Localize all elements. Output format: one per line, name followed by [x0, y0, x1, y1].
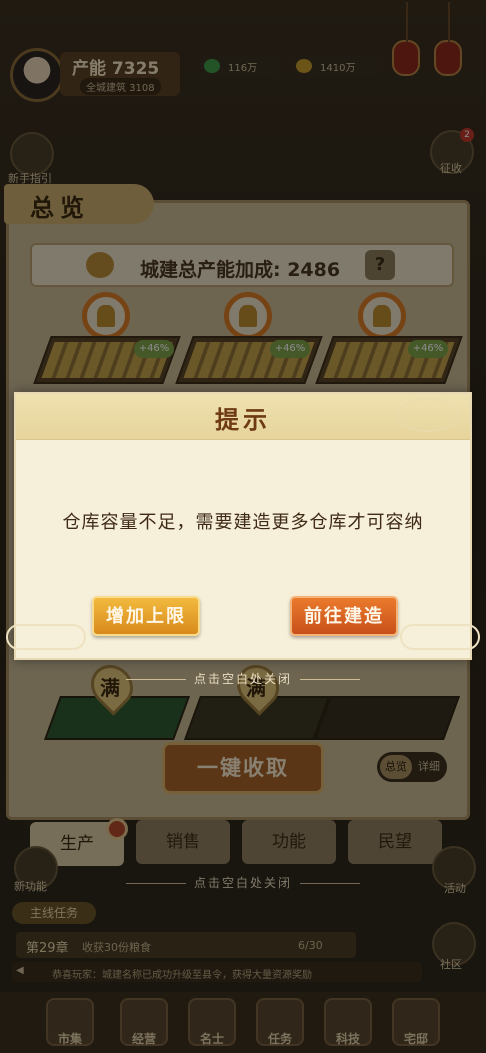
task-progress: 6/30	[298, 939, 323, 952]
nav-mansion-label: 宅邸	[403, 1032, 428, 1046]
resource-pill-2[interactable]: 1410万	[292, 56, 378, 76]
view-detail-option[interactable]: 详细	[414, 755, 444, 779]
wheat-gauge-icon	[358, 292, 406, 340]
increase-limit-button[interactable]: 增加上限	[92, 596, 200, 636]
top-bar: 产能 7325 全城建筑 3108 116万 1410万	[0, 0, 486, 110]
nav-scholar-label: 名士	[199, 1032, 224, 1046]
farm-plot-1[interactable]: +46%	[33, 292, 181, 384]
nav-business-label: 经营	[131, 1032, 156, 1046]
view-overview-option[interactable]: 总览	[380, 755, 412, 779]
cloud-decoration	[6, 624, 86, 650]
money-bag-icon	[86, 252, 114, 278]
wheat-gauge-icon	[82, 292, 130, 340]
go-build-button[interactable]: 前往建造	[290, 596, 398, 636]
resource-pill-1[interactable]: 116万	[200, 56, 280, 76]
warehouse-dialog: 提示 仓库容量不足，需要建造更多仓库才可容纳 增加上限 前往建造	[6, 392, 480, 660]
notification-dot	[106, 818, 128, 840]
farm-bonus-badge: +46%	[134, 340, 174, 358]
nav-task-label: 任务	[267, 1032, 292, 1046]
dialog-title: 提示	[215, 405, 271, 434]
wheat-gauge-icon	[224, 292, 272, 340]
farm-bonus-badge: +46%	[270, 340, 310, 358]
close-hint-lower: 点击空白处关闭	[0, 874, 486, 891]
main-task-pill[interactable]: 主线任务	[12, 902, 96, 924]
nav-tech-label: 科技	[335, 1032, 360, 1046]
coin-icon	[204, 59, 220, 73]
resource-2-value: 1410万	[320, 63, 356, 74]
nav-market-label: 市集	[57, 1032, 82, 1046]
news-ticker: 恭喜玩家：城建名称已成功升级至县令，获得大量资源奖励	[12, 962, 422, 982]
cloud-decoration	[400, 624, 480, 650]
close-hint[interactable]: 点击空白处关闭	[0, 670, 486, 687]
activity-label: 活动	[444, 882, 466, 895]
farm-plot-2[interactable]: +46%	[175, 292, 323, 384]
tab-function[interactable]: 功能	[242, 820, 336, 864]
task-description: 收获30份粮食	[82, 941, 151, 954]
player-avatar[interactable]	[10, 48, 64, 102]
tab-reputation[interactable]: 民望	[348, 820, 442, 864]
levy-badge: 2	[460, 128, 474, 142]
levy-label: 征收	[440, 162, 462, 175]
lantern-icon[interactable]	[392, 2, 420, 76]
farm-field-empty[interactable]	[313, 696, 461, 740]
overview-title: 总览	[30, 193, 90, 222]
resource-1-value: 116万	[228, 63, 258, 74]
farm-bonus-badge: +46%	[408, 340, 448, 358]
power-sub-label: 全城建筑 3108	[80, 78, 161, 95]
tab-sales[interactable]: 销售	[136, 820, 230, 864]
task-chapter: 第29章	[26, 941, 69, 956]
help-button[interactable]: ?	[365, 250, 395, 280]
power-label: 产能 7325	[72, 59, 160, 79]
community-label: 社区	[440, 958, 462, 971]
farm-plot-3[interactable]: +46%	[315, 292, 463, 384]
speaker-icon: ◀	[16, 965, 24, 976]
lantern-icon[interactable]	[434, 2, 462, 76]
new-feature-label: 新功能	[14, 880, 47, 893]
bonus-text: 城建总产能加成: 2486	[140, 259, 341, 281]
dialog-message: 仓库容量不足，需要建造更多仓库才可容纳	[62, 512, 424, 533]
grain-icon	[296, 59, 312, 73]
harvest-all-button[interactable]: 一键收取	[162, 742, 324, 794]
